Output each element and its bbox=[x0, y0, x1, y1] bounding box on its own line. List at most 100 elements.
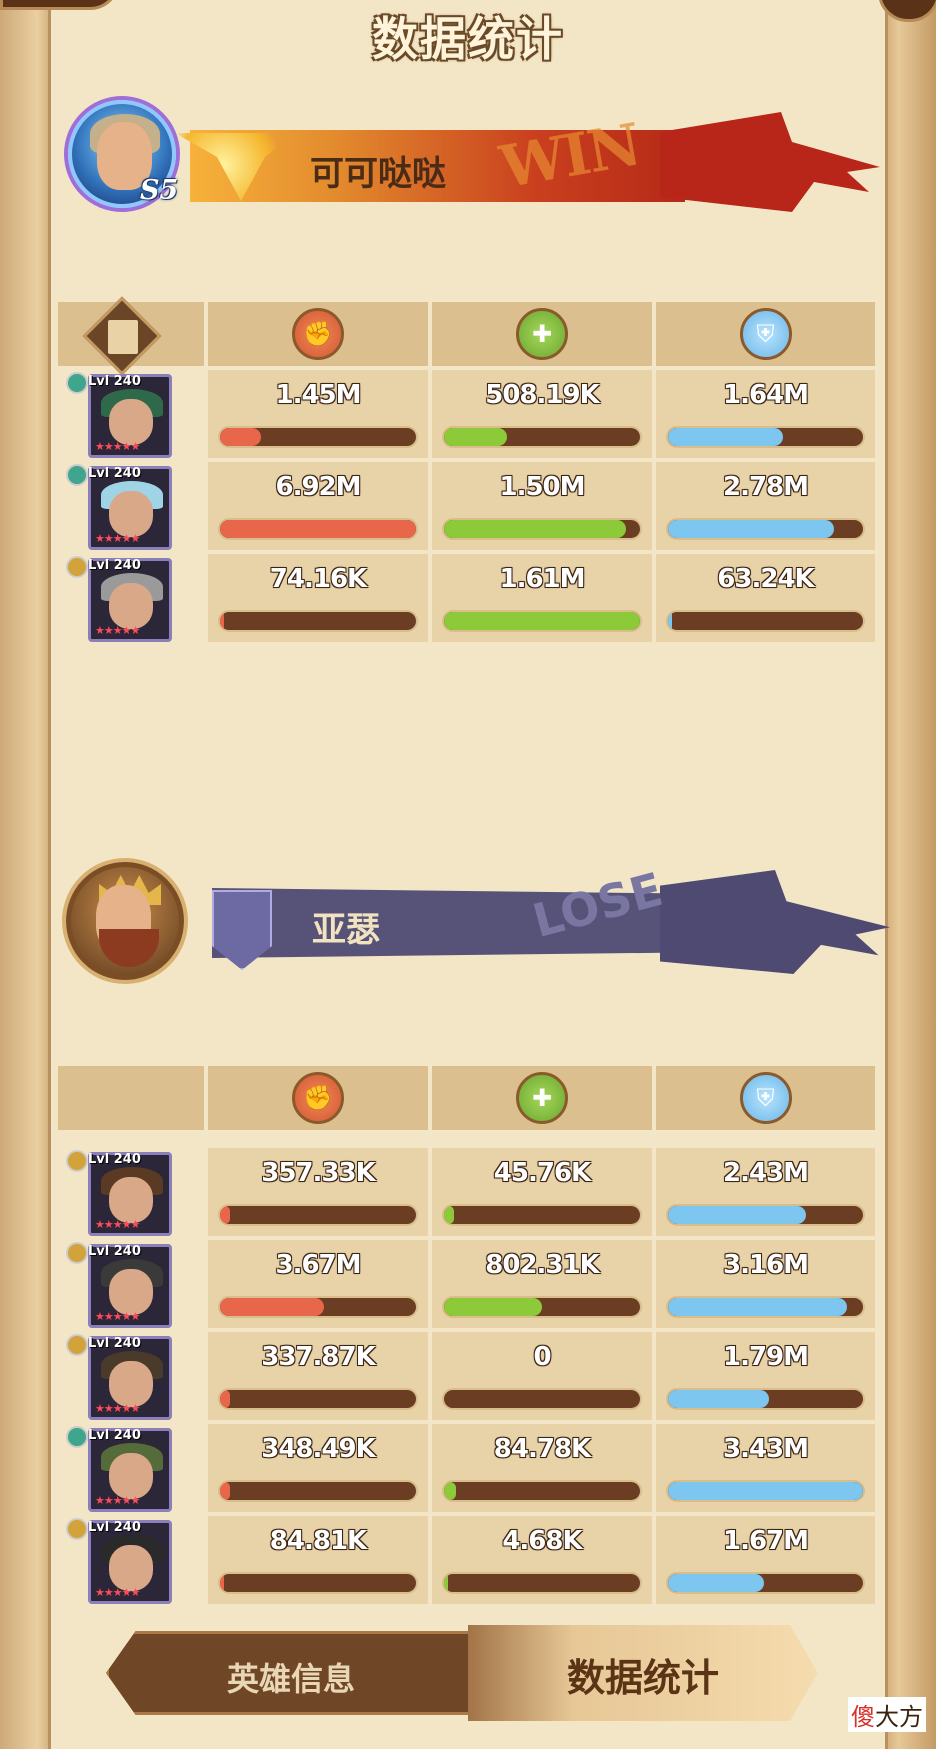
heal-bar bbox=[442, 1296, 642, 1318]
doc-header-cell bbox=[58, 296, 204, 376]
hero-cell: ★★★★★ Lvl 240 bbox=[58, 1148, 204, 1236]
shield-value: 1.79M bbox=[722, 1342, 809, 1372]
damage-value: 348.49K bbox=[261, 1434, 375, 1464]
shield-value: 3.16M bbox=[722, 1250, 809, 1280]
heal-bar bbox=[442, 1572, 642, 1594]
damage-bar-fill bbox=[220, 612, 224, 630]
faction-gem-icon bbox=[66, 1334, 88, 1356]
faction-gem-icon bbox=[66, 1518, 88, 1540]
damage-icon: ✊ bbox=[292, 1072, 344, 1124]
watermark: 傻大方 bbox=[848, 1697, 926, 1732]
faction-gem-icon bbox=[66, 372, 88, 394]
damage-cell: 6.92M bbox=[208, 462, 428, 550]
shield-value: 1.67M bbox=[722, 1526, 809, 1556]
heal-bar bbox=[442, 610, 642, 632]
hero-cell: ★★★★★ Lvl 240 bbox=[58, 370, 204, 458]
shield-cell: 1.67M bbox=[656, 1516, 875, 1604]
shield-bar-fill bbox=[668, 1574, 764, 1592]
heal-bar bbox=[442, 1480, 642, 1502]
damage-cell: 1.45M bbox=[208, 370, 428, 458]
shield-cell: 63.24K bbox=[656, 554, 875, 642]
document-page-icon bbox=[108, 320, 138, 354]
damage-header: ✊ bbox=[208, 1066, 428, 1130]
heal-cell: 45.76K bbox=[432, 1148, 652, 1236]
star-rating-icon: ★★★★★ bbox=[95, 1586, 140, 1599]
damage-cell: 357.33K bbox=[208, 1148, 428, 1236]
close-button[interactable] bbox=[878, 0, 936, 22]
shield-header: ⛨ bbox=[656, 302, 875, 366]
star-rating-icon: ★★★★★ bbox=[95, 1310, 140, 1323]
damage-value: 357.33K bbox=[261, 1158, 375, 1188]
page-title: 数据统计 bbox=[372, 12, 564, 66]
table-row: ★★★★★ Lvl 240 348.49K 84.78K 3.43M bbox=[58, 1424, 875, 1512]
hero-level: Lvl 240 bbox=[88, 1244, 141, 1259]
header-left-ornament bbox=[0, 0, 120, 10]
damage-bar bbox=[218, 1296, 418, 1318]
hero-cell: ★★★★★ Lvl 240 bbox=[58, 1240, 204, 1328]
damage-value: 3.67M bbox=[275, 1250, 361, 1280]
team1-header-row: ✊ ✚ ⛨ bbox=[58, 296, 875, 376]
shield-cell: 1.79M bbox=[656, 1332, 875, 1420]
damage-bar bbox=[218, 610, 418, 632]
hero-cell: ★★★★★ Lvl 240 bbox=[58, 1516, 204, 1604]
hero-cell: ★★★★★ Lvl 240 bbox=[58, 554, 204, 642]
damage-bar-fill bbox=[220, 520, 416, 538]
damage-bar bbox=[218, 518, 418, 540]
hero-level: Lvl 240 bbox=[88, 374, 141, 389]
heal-value: 508.19K bbox=[485, 380, 599, 410]
watermark-accent: 傻 bbox=[851, 1703, 875, 1731]
damage-bar-fill bbox=[220, 1206, 230, 1224]
table-row: ★★★★★ Lvl 240 84.81K 4.68K 1.67M bbox=[58, 1516, 875, 1604]
heal-cell: 84.78K bbox=[432, 1424, 652, 1512]
heal-cell: 802.31K bbox=[432, 1240, 652, 1328]
watermark-rest: 大方 bbox=[875, 1703, 923, 1731]
hero-cell: ★★★★★ Lvl 240 bbox=[58, 1424, 204, 1512]
shield-value: 63.24K bbox=[717, 564, 814, 594]
shield-cell: 2.78M bbox=[656, 462, 875, 550]
damage-bar bbox=[218, 1572, 418, 1594]
faction-gem-icon bbox=[66, 1150, 88, 1172]
loser-avatar[interactable] bbox=[66, 862, 184, 980]
heal-icon: ✚ bbox=[516, 308, 568, 360]
damage-bar-fill bbox=[220, 428, 262, 446]
shield-bar bbox=[666, 1480, 865, 1502]
header: 数据统计 bbox=[0, 0, 936, 78]
rank-badge: S5 bbox=[140, 175, 179, 206]
faction-gem-icon bbox=[66, 464, 88, 486]
table-row: ★★★★★ Lvl 240 357.33K 45.76K 2.43M bbox=[58, 1148, 875, 1236]
shield-cell: 3.16M bbox=[656, 1240, 875, 1328]
tab-hero-info[interactable]: 英雄信息 bbox=[106, 1631, 476, 1715]
shield-bar-fill bbox=[668, 1482, 863, 1500]
table-row: ★★★★★ Lvl 240 1.45M 508.19K 1.64M bbox=[58, 370, 875, 458]
hero-level: Lvl 240 bbox=[88, 558, 141, 573]
shield-bar-fill bbox=[668, 1390, 770, 1408]
heal-value: 4.68K bbox=[502, 1526, 582, 1556]
shield-bar bbox=[666, 1572, 865, 1594]
heal-cell: 0 bbox=[432, 1332, 652, 1420]
table-row: ★★★★★ Lvl 240 74.16K 1.61M 63.24K bbox=[58, 554, 875, 642]
shield-bar bbox=[666, 426, 865, 448]
heal-cell: 1.61M bbox=[432, 554, 652, 642]
hero-cell: ★★★★★ Lvl 240 bbox=[58, 1332, 204, 1420]
damage-cell: 348.49K bbox=[208, 1424, 428, 1512]
tab-hero-info-label: 英雄信息 bbox=[226, 1660, 355, 1698]
heal-cell: 1.50M bbox=[432, 462, 652, 550]
shield-bar bbox=[666, 1296, 865, 1318]
hero-level: Lvl 240 bbox=[88, 1336, 141, 1351]
shield-value: 2.78M bbox=[722, 472, 809, 502]
hero-level: Lvl 240 bbox=[88, 1428, 141, 1443]
shield-value: 3.43M bbox=[722, 1434, 809, 1464]
blank-header-cell bbox=[58, 1066, 204, 1130]
tab-stats[interactable]: 数据统计 bbox=[468, 1625, 818, 1721]
shield-bar bbox=[666, 610, 865, 632]
star-rating-icon: ★★★★★ bbox=[95, 1218, 140, 1231]
damage-value: 6.92M bbox=[275, 472, 361, 502]
damage-cell: 337.87K bbox=[208, 1332, 428, 1420]
damage-bar-fill bbox=[220, 1390, 230, 1408]
hero-level: Lvl 240 bbox=[88, 1520, 141, 1535]
damage-bar bbox=[218, 426, 418, 448]
shield-bar-fill bbox=[668, 1298, 848, 1316]
shield-cell: 3.43M bbox=[656, 1424, 875, 1512]
star-rating-icon: ★★★★★ bbox=[95, 532, 140, 545]
hero-level: Lvl 240 bbox=[88, 466, 141, 481]
